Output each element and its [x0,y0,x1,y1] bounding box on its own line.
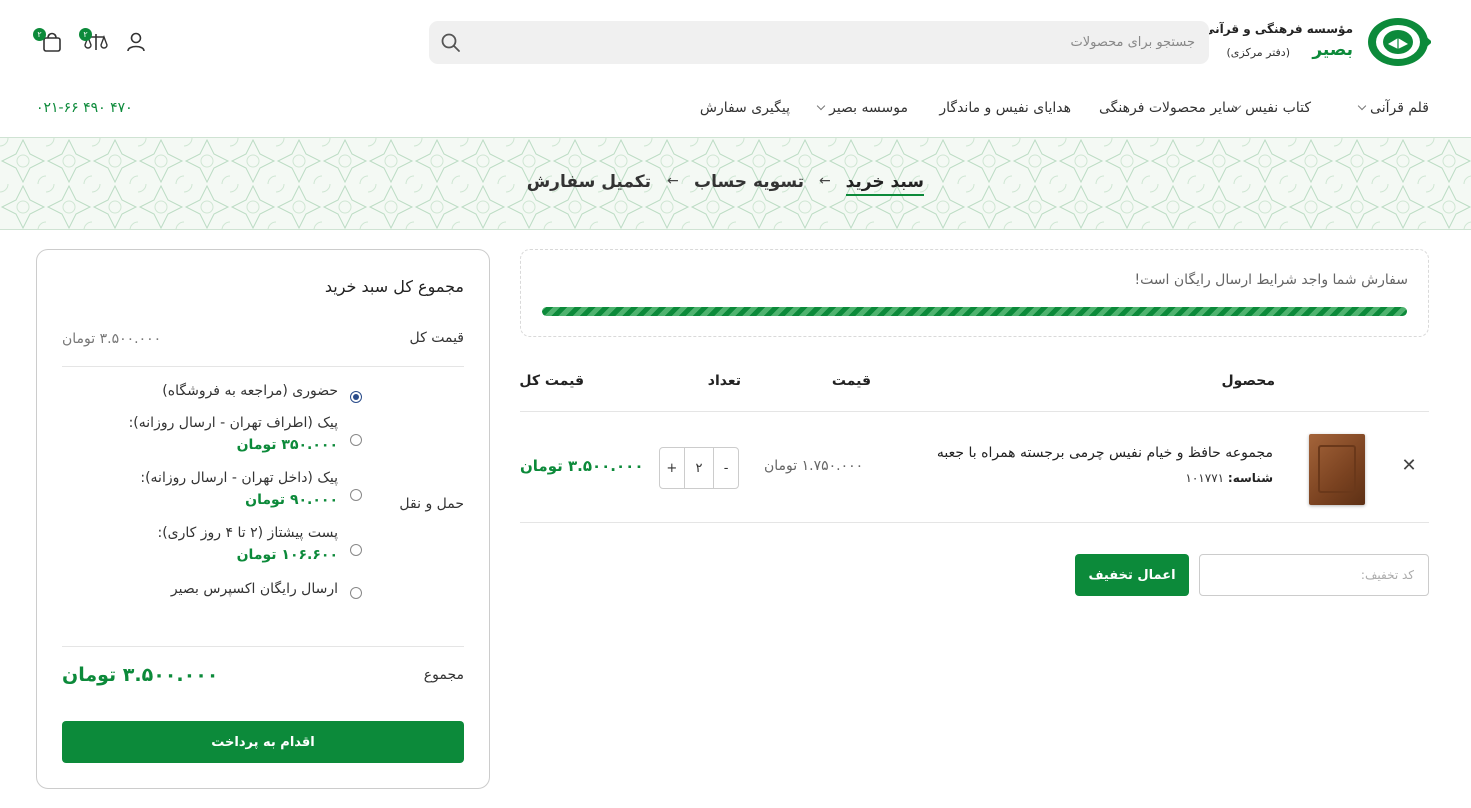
product-sku: شناسه: ۱۰۱۷۷۱ [1185,471,1273,485]
subtotal-label: قیمت کل [409,330,464,346]
shipping-option-label: پست پیشتاز (۲ تا ۴ روز کاری): [157,525,339,541]
quantity-value[interactable]: ۲ [683,448,715,488]
column-header-price: قیمت [831,373,871,389]
nav-item-order-tracking[interactable]: پیگیری سفارش [700,100,790,116]
free-shipping-notice: سفارش شما واجد شرایط ارسال رایگان است! [520,249,1429,337]
unit-price: ۱.۷۵۰.۰۰۰ تومان [764,458,864,474]
column-header-product: محصول [1221,373,1275,389]
total-label: مجموع [423,667,464,683]
search-input[interactable] [475,21,1195,64]
nav-label: قلم قرآنی [1370,100,1429,116]
shipping-option-price: ۱۰۶.۶۰۰ تومان [236,547,338,563]
total-value: ۳.۵۰۰.۰۰۰ تومان [62,664,219,686]
logo-line3: (دفتر مرکزی) [1226,46,1290,59]
column-header-quantity: تعداد [707,373,741,389]
quantity-stepper: + ۲ - [659,447,739,489]
radio-button[interactable] [350,391,362,403]
apply-coupon-button[interactable]: اعمال تخفیف [1075,554,1189,596]
table-divider [520,522,1429,523]
decrease-quantity-button[interactable]: - [714,448,738,488]
nav-item-other-products[interactable]: سایر محصولات فرهنگی [1099,100,1238,116]
sku-label: شناسه: [1227,471,1273,485]
radio-button[interactable] [350,544,362,556]
shipping-option-label: پیک (داخل تهران - ارسال روزانه): [140,470,338,486]
nav-item-quran-pen[interactable]: قلم قرآنی [1357,100,1429,116]
remove-item-icon[interactable]: ✕ [1401,457,1417,475]
sku-value: ۱۰۱۷۷۱ [1185,471,1225,485]
step-checkout[interactable]: تسویه حساب [694,172,804,192]
nav-item-institute[interactable]: موسسه بصیر [816,100,908,116]
phone-number[interactable]: ۰۲۱-۶۶ ۴۹۰ ۴۷۰ [36,100,133,116]
shipping-option-label: پیک (اطراف تهران - ارسال روزانه): [128,415,338,431]
chevron-down-icon [1357,101,1367,111]
nav-item-gifts[interactable]: هدایای نفیس و ماندگار [939,100,1071,116]
radio-button[interactable] [350,587,362,599]
cart-totals-card: مجموع کل سبد خرید قیمت کل ۳.۵۰۰.۰۰۰ توما… [36,249,490,789]
product-name[interactable]: مجموعه حافظ و خیام نفیس چرمی برجسته همرا… [937,445,1273,461]
cart-count-badge: ۲ [33,28,46,41]
compare-count-badge: ۲ [79,28,92,41]
nav-label: کتاب نفیس [1245,100,1311,116]
column-header-subtotal: قیمت کل [519,373,584,389]
arrow-left-icon: ← [819,173,831,189]
nav-label: موسسه بصیر [829,100,908,116]
arrow-left-icon: ← [667,173,679,189]
line-subtotal: ۳.۵۰۰.۰۰۰ تومان [520,457,644,475]
totals-divider [62,646,464,647]
totals-divider [62,366,464,367]
user-account-icon[interactable] [125,31,147,53]
shipping-option-label: حضوری (مراجعه به فروشگاه) [162,383,338,399]
increase-quantity-button[interactable]: + [660,448,684,488]
table-divider [520,411,1429,412]
logo-line2: بصیر [1312,40,1353,60]
logo-line1: مؤسسه فرهنگی و قرآنی [1203,22,1353,36]
step-complete[interactable]: تکمیل سفارش [527,172,651,192]
nav-item-luxury-books[interactable]: کتاب نفیس [1232,100,1311,116]
free-shipping-progress-bar [542,307,1407,316]
shipping-label: حمل و نقل [399,496,464,512]
search-bar [429,21,1209,64]
subtotal-value: ۳.۵۰۰.۰۰۰ تومان [62,331,162,347]
nav-label: هدایای نفیس و ماندگار [939,100,1071,116]
nav-label: پیگیری سفارش [699,100,790,116]
search-icon[interactable] [439,31,463,55]
shipping-option-price: ۹۰.۰۰۰ تومان [245,492,338,508]
free-shipping-message: سفارش شما واجد شرایط ارسال رایگان است! [1134,272,1408,288]
shipping-option-price: ۳۵۰.۰۰۰ تومان [236,437,338,453]
radio-button[interactable] [350,434,362,446]
cart-totals-title: مجموع کل سبد خرید [324,277,464,296]
logo-emblem-icon [1368,18,1431,66]
coupon-input[interactable] [1199,554,1429,596]
step-cart[interactable]: سبد خرید [845,172,924,196]
nav-label: سایر محصولات فرهنگی [1098,100,1238,116]
chevron-down-icon [816,101,826,111]
checkout-button[interactable]: اقدام به پرداخت [62,721,464,763]
radio-button[interactable] [350,489,362,501]
shipping-option-label: ارسال رایگان اکسپرس بصیر [170,581,338,597]
product-thumbnail[interactable] [1309,434,1365,505]
